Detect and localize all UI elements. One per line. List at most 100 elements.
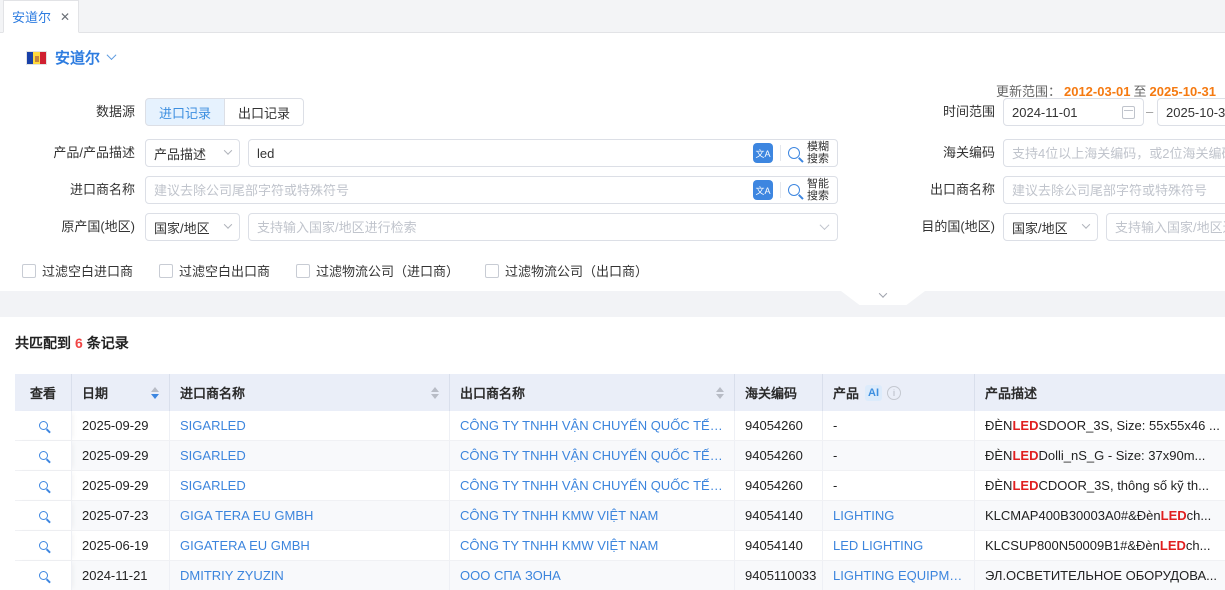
- tab-andorra[interactable]: 安道尔 ✕: [3, 0, 79, 33]
- product-search-input[interactable]: [248, 139, 838, 167]
- translate-icon[interactable]: 文A: [753, 143, 773, 163]
- country-header[interactable]: 安道尔: [26, 47, 115, 68]
- tab-export-records[interactable]: 出口记录: [224, 98, 304, 126]
- origin-type-select[interactable]: 国家/地区: [145, 213, 240, 241]
- product-cell: LED LIGHTING: [823, 531, 975, 560]
- importer-cell: SIGARLED: [170, 471, 450, 500]
- checkbox[interactable]: [22, 264, 36, 278]
- header-exporter: 出口商名称: [450, 374, 735, 411]
- product-link[interactable]: LED LIGHTING: [833, 538, 923, 553]
- collapse-panel-button[interactable]: [841, 291, 925, 305]
- chevron-down-icon[interactable]: [107, 50, 117, 60]
- product-link[interactable]: LIGHTING EQUIPMENT: [833, 568, 964, 583]
- panel-collapse-band: [0, 291, 1225, 317]
- description-cell: KLCMAP400B30003A0#&Đèn LED ch...: [975, 501, 1225, 530]
- exporter-link[interactable]: CÔNG TY TNHH VẬN CHUYỂN QUỐC TẾ TI...: [460, 418, 724, 433]
- checkbox[interactable]: [485, 264, 499, 278]
- close-icon[interactable]: ✕: [60, 10, 70, 24]
- checkbox[interactable]: [296, 264, 310, 278]
- exporter-link[interactable]: CÔNG TY TNHH KMW VIỆT NAM: [460, 508, 658, 523]
- importer-input[interactable]: [145, 176, 838, 204]
- hs-code-cell: 94054260: [735, 441, 823, 470]
- fuzzy-search-label[interactable]: 模糊搜索: [807, 141, 831, 165]
- sort-date-button[interactable]: [145, 387, 159, 399]
- exporter-link[interactable]: ООО СПА ЗОНА: [460, 568, 561, 583]
- dest-type-select[interactable]: 国家/地区: [1003, 213, 1098, 241]
- row-search-icon[interactable]: [39, 571, 48, 580]
- view-cell: [15, 471, 72, 500]
- hs-code-cell: 94054260: [735, 411, 823, 440]
- keyword-highlight: LED: [1012, 418, 1038, 433]
- translate-icon[interactable]: 文A: [753, 180, 773, 200]
- datasource-label: 数据源: [0, 98, 135, 126]
- description-cell: ĐÈN LED Dolli_nS_G - Size: 37x90m...: [975, 441, 1225, 470]
- records-table: 查看 日期 进口商名称 出口商名称 海关编码 产品: [15, 374, 1225, 590]
- importer-link[interactable]: GIGA TERA EU GMBH: [180, 508, 313, 523]
- chevron-down-icon: [879, 289, 887, 297]
- importer-cell: GIGA TERA EU GMBH: [170, 501, 450, 530]
- origin-input-wrap: [248, 213, 838, 241]
- product-type-select[interactable]: 产品描述: [145, 139, 240, 167]
- sort-importer-button[interactable]: [425, 387, 439, 399]
- view-cell: [15, 411, 72, 440]
- date-to-input[interactable]: 2025-10-31: [1157, 98, 1225, 126]
- checkbox-label: 过滤物流公司（进口商）: [316, 261, 459, 280]
- header-description: 产品描述: [975, 374, 1225, 411]
- origin-country-input[interactable]: [248, 213, 838, 241]
- filter-checkbox-item: 过滤物流公司（进口商）: [296, 261, 459, 280]
- exporter-cell: CÔNG TY TNHH KMW VIỆT NAM: [450, 501, 735, 530]
- product-type-value: 产品描述: [154, 144, 206, 163]
- info-icon[interactable]: i: [887, 386, 901, 400]
- sort-exporter-button[interactable]: [710, 387, 724, 399]
- row-search-icon[interactable]: [39, 511, 48, 520]
- chevron-down-icon: [224, 220, 232, 228]
- importer-link[interactable]: DMITRIY ZYUZIN: [180, 568, 284, 583]
- hs-code-label: 海关编码: [860, 139, 995, 167]
- smart-search-icon[interactable]: [788, 184, 800, 196]
- hs-code-input-wrap: [1003, 139, 1225, 167]
- country-title: 安道尔: [55, 47, 100, 68]
- exporter-cell: ООО СПА ЗОНА: [450, 561, 735, 590]
- exporter-link[interactable]: CÔNG TY TNHH VẬN CHUYỂN QUỐC TẾ TI...: [460, 448, 724, 463]
- view-cell: [15, 531, 72, 560]
- filter-checkbox-item: 过滤空白出口商: [159, 261, 270, 280]
- checkbox[interactable]: [159, 264, 173, 278]
- exporter-link[interactable]: CÔNG TY TNHH VẬN CHUYỂN QUỐC TẾ TI...: [460, 478, 724, 493]
- hs-code-cell: 94054140: [735, 531, 823, 560]
- suffix-divider: [780, 182, 781, 198]
- exporter-cell: CÔNG TY TNHH VẬN CHUYỂN QUỐC TẾ TI...: [450, 471, 735, 500]
- product-link[interactable]: LIGHTING: [833, 508, 894, 523]
- hs-code-input[interactable]: [1003, 139, 1225, 167]
- importer-cell: DMITRIY ZYUZIN: [170, 561, 450, 590]
- importer-link[interactable]: SIGARLED: [180, 418, 246, 433]
- exporter-input[interactable]: [1003, 176, 1225, 204]
- match-summary: 共匹配到6条记录: [15, 317, 1225, 353]
- smart-search-label[interactable]: 智能搜索: [807, 178, 831, 202]
- tab-import-records[interactable]: 进口记录: [145, 98, 225, 126]
- dest-country-input[interactable]: [1106, 213, 1225, 241]
- date-cell: 2025-07-23: [72, 501, 170, 530]
- exporter-input-wrap: [1003, 176, 1225, 204]
- date-cell: 2025-09-29: [72, 411, 170, 440]
- table-row: 2025-07-23 GIGA TERA EU GMBH CÔNG TY TNHH …: [15, 501, 1225, 531]
- row-search-icon[interactable]: [39, 451, 48, 460]
- update-from-date: 2012-03-01: [1064, 84, 1131, 99]
- checkbox-label: 过滤空白出口商: [179, 261, 270, 280]
- row-search-icon[interactable]: [39, 481, 48, 490]
- importer-link[interactable]: GIGATERA EU GMBH: [180, 538, 310, 553]
- exporter-link[interactable]: CÔNG TY TNHH KMW VIỆT NAM: [460, 538, 658, 553]
- fuzzy-search-icon[interactable]: [788, 147, 800, 159]
- product-empty-cell: -: [823, 471, 975, 500]
- filter-checkbox-item: 过滤物流公司（出口商）: [485, 261, 648, 280]
- results-section: 共匹配到6条记录 查看 日期 进口商名称 出口商名称: [0, 317, 1225, 590]
- exporter-cell: CÔNG TY TNHH KMW VIỆT NAM: [450, 531, 735, 560]
- header-product: 产品 AI i: [823, 374, 975, 411]
- header-view: 查看: [15, 374, 72, 411]
- exporter-label: 出口商名称: [860, 176, 995, 204]
- exporter-cell: CÔNG TY TNHH VẬN CHUYỂN QUỐC TẾ TI...: [450, 411, 735, 440]
- row-search-icon[interactable]: [39, 541, 48, 550]
- importer-link[interactable]: SIGARLED: [180, 478, 246, 493]
- row-search-icon[interactable]: [39, 421, 48, 430]
- date-from-input[interactable]: 2024-11-01: [1003, 98, 1144, 126]
- importer-link[interactable]: SIGARLED: [180, 448, 246, 463]
